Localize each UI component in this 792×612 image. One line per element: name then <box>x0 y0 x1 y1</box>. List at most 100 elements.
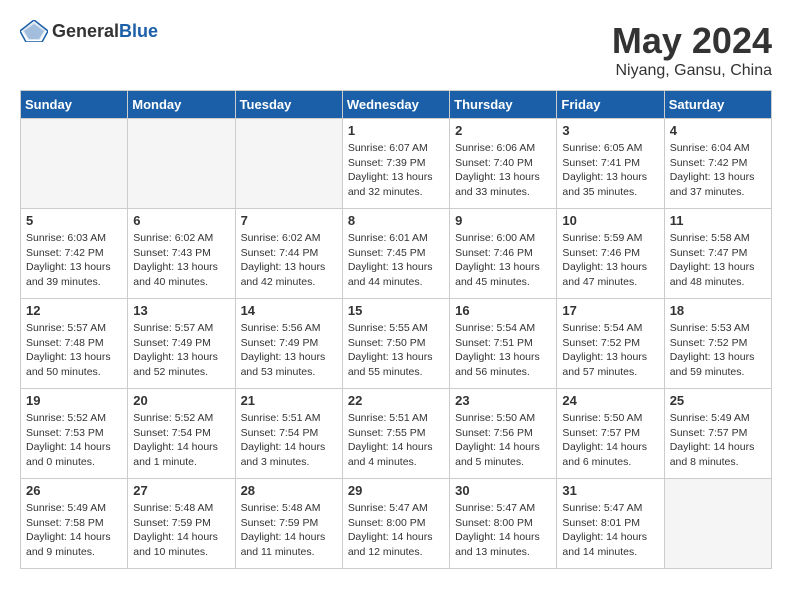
day-header-thursday: Thursday <box>450 91 557 119</box>
header: General Blue May 2024 Niyang, Gansu, Chi… <box>20 20 772 80</box>
day-info: Sunrise: 5:52 AM Sunset: 7:53 PM Dayligh… <box>26 411 122 470</box>
day-header-monday: Monday <box>128 91 235 119</box>
day-info: Sunrise: 5:53 AM Sunset: 7:52 PM Dayligh… <box>670 321 766 380</box>
day-number: 15 <box>348 303 444 318</box>
calendar-cell: 11Sunrise: 5:58 AM Sunset: 7:47 PM Dayli… <box>664 209 771 299</box>
day-number: 2 <box>455 123 551 138</box>
calendar-cell: 8 Sunrise: 6:01 AM Sunset: 7:45 PM Daylig… <box>342 209 449 299</box>
calendar-cell: 4Sunrise: 6:04 AM Sunset: 7:42 PM Daylig… <box>664 119 771 209</box>
calendar-table: SundayMondayTuesdayWednesdayThursdayFrid… <box>20 90 772 569</box>
day-info: Sunrise: 5:48 AM Sunset: 7:59 PM Dayligh… <box>241 501 337 560</box>
day-info: Sunrise: 5:50 AM Sunset: 7:56 PM Dayligh… <box>455 411 551 470</box>
calendar-cell: 7 Sunrise: 6:02 AM Sunset: 7:44 PM Daylig… <box>235 209 342 299</box>
calendar-cell <box>128 119 235 209</box>
day-number: 3 <box>562 123 658 138</box>
day-number: 8 <box>348 213 444 228</box>
calendar-cell: 29Sunrise: 5:47 AM Sunset: 8:00 PM Dayli… <box>342 479 449 569</box>
logo-text-general: General <box>52 21 119 42</box>
day-number: 10 <box>562 213 658 228</box>
week-row-1: 1Sunrise: 6:07 AM Sunset: 7:39 PM Daylig… <box>21 119 772 209</box>
calendar-cell: 26 Sunrise: 5:49 AM Sunset: 7:58 PM Dayli… <box>21 479 128 569</box>
day-number: 22 <box>348 393 444 408</box>
day-info: Sunrise: 6:01 AM Sunset: 7:45 PM Dayligh… <box>348 231 444 290</box>
day-info: Sunrise: 6:06 AM Sunset: 7:40 PM Dayligh… <box>455 141 551 200</box>
day-info: Sunrise: 5:49 AM Sunset: 7:58 PM Dayligh… <box>26 501 122 560</box>
day-number: 21 <box>241 393 337 408</box>
calendar-cell: 14 Sunrise: 5:56 AM Sunset: 7:49 PM Dayli… <box>235 299 342 389</box>
day-number: 13 <box>133 303 229 318</box>
day-info: Sunrise: 5:54 AM Sunset: 7:52 PM Dayligh… <box>562 321 658 380</box>
logo-text-blue: Blue <box>119 21 158 42</box>
week-row-2: 5 Sunrise: 6:03 AM Sunset: 7:42 PM Daylig… <box>21 209 772 299</box>
day-info: Sunrise: 5:50 AM Sunset: 7:57 PM Dayligh… <box>562 411 658 470</box>
calendar-cell: 3 Sunrise: 6:05 AM Sunset: 7:41 PM Daylig… <box>557 119 664 209</box>
calendar-cell: 2 Sunrise: 6:06 AM Sunset: 7:40 PM Daylig… <box>450 119 557 209</box>
calendar-cell: 24 Sunrise: 5:50 AM Sunset: 7:57 PM Dayli… <box>557 389 664 479</box>
day-info: Sunrise: 6:02 AM Sunset: 7:44 PM Dayligh… <box>241 231 337 290</box>
day-number: 12 <box>26 303 122 318</box>
calendar-cell: 22 Sunrise: 5:51 AM Sunset: 7:55 PM Dayli… <box>342 389 449 479</box>
day-number: 20 <box>133 393 229 408</box>
day-number: 25 <box>670 393 766 408</box>
calendar-cell: 23Sunrise: 5:50 AM Sunset: 7:56 PM Dayli… <box>450 389 557 479</box>
calendar-cell: 12 Sunrise: 5:57 AM Sunset: 7:48 PM Dayli… <box>21 299 128 389</box>
day-info: Sunrise: 5:47 AM Sunset: 8:01 PM Dayligh… <box>562 501 658 560</box>
day-info: Sunrise: 5:55 AM Sunset: 7:50 PM Dayligh… <box>348 321 444 380</box>
calendar-cell <box>664 479 771 569</box>
day-header-tuesday: Tuesday <box>235 91 342 119</box>
day-number: 7 <box>241 213 337 228</box>
day-info: Sunrise: 6:03 AM Sunset: 7:42 PM Dayligh… <box>26 231 122 290</box>
calendar-cell: 6Sunrise: 6:02 AM Sunset: 7:43 PM Daylig… <box>128 209 235 299</box>
calendar-cell: 27 Sunrise: 5:48 AM Sunset: 7:59 PM Dayli… <box>128 479 235 569</box>
day-header-wednesday: Wednesday <box>342 91 449 119</box>
day-info: Sunrise: 5:59 AM Sunset: 7:46 PM Dayligh… <box>562 231 658 290</box>
day-info: Sunrise: 5:56 AM Sunset: 7:49 PM Dayligh… <box>241 321 337 380</box>
day-number: 16 <box>455 303 551 318</box>
day-number: 5 <box>26 213 122 228</box>
calendar-cell: 1Sunrise: 6:07 AM Sunset: 7:39 PM Daylig… <box>342 119 449 209</box>
calendar-cell: 13 Sunrise: 5:57 AM Sunset: 7:49 PM Dayli… <box>128 299 235 389</box>
week-row-5: 26 Sunrise: 5:49 AM Sunset: 7:58 PM Dayli… <box>21 479 772 569</box>
day-info: Sunrise: 6:02 AM Sunset: 7:43 PM Dayligh… <box>133 231 229 290</box>
day-info: Sunrise: 6:04 AM Sunset: 7:42 PM Dayligh… <box>670 141 766 200</box>
day-number: 18 <box>670 303 766 318</box>
day-number: 27 <box>133 483 229 498</box>
calendar-cell: 16 Sunrise: 5:54 AM Sunset: 7:51 PM Dayli… <box>450 299 557 389</box>
calendar-cell: 5 Sunrise: 6:03 AM Sunset: 7:42 PM Daylig… <box>21 209 128 299</box>
calendar-cell: 19 Sunrise: 5:52 AM Sunset: 7:53 PM Dayli… <box>21 389 128 479</box>
day-info: Sunrise: 5:48 AM Sunset: 7:59 PM Dayligh… <box>133 501 229 560</box>
day-number: 28 <box>241 483 337 498</box>
month-title: May 2024 <box>612 20 772 62</box>
calendar-cell <box>21 119 128 209</box>
calendar-body: 1Sunrise: 6:07 AM Sunset: 7:39 PM Daylig… <box>21 119 772 569</box>
calendar-cell: 9Sunrise: 6:00 AM Sunset: 7:46 PM Daylig… <box>450 209 557 299</box>
location-title: Niyang, Gansu, China <box>612 62 772 80</box>
calendar-cell: 21 Sunrise: 5:51 AM Sunset: 7:54 PM Dayli… <box>235 389 342 479</box>
day-info: Sunrise: 5:57 AM Sunset: 7:48 PM Dayligh… <box>26 321 122 380</box>
day-info: Sunrise: 5:51 AM Sunset: 7:55 PM Dayligh… <box>348 411 444 470</box>
day-info: Sunrise: 6:00 AM Sunset: 7:46 PM Dayligh… <box>455 231 551 290</box>
calendar-cell: 17Sunrise: 5:54 AM Sunset: 7:52 PM Dayli… <box>557 299 664 389</box>
week-row-4: 19 Sunrise: 5:52 AM Sunset: 7:53 PM Dayli… <box>21 389 772 479</box>
day-info: Sunrise: 5:49 AM Sunset: 7:57 PM Dayligh… <box>670 411 766 470</box>
day-info: Sunrise: 5:57 AM Sunset: 7:49 PM Dayligh… <box>133 321 229 380</box>
day-number: 14 <box>241 303 337 318</box>
calendar-cell: 30Sunrise: 5:47 AM Sunset: 8:00 PM Dayli… <box>450 479 557 569</box>
day-info: Sunrise: 6:05 AM Sunset: 7:41 PM Dayligh… <box>562 141 658 200</box>
calendar-cell: 25 Sunrise: 5:49 AM Sunset: 7:57 PM Dayli… <box>664 389 771 479</box>
day-info: Sunrise: 5:51 AM Sunset: 7:54 PM Dayligh… <box>241 411 337 470</box>
day-header-friday: Friday <box>557 91 664 119</box>
days-header-row: SundayMondayTuesdayWednesdayThursdayFrid… <box>21 91 772 119</box>
calendar-cell: 28 Sunrise: 5:48 AM Sunset: 7:59 PM Dayli… <box>235 479 342 569</box>
day-header-saturday: Saturday <box>664 91 771 119</box>
day-number: 19 <box>26 393 122 408</box>
calendar-cell: 15 Sunrise: 5:55 AM Sunset: 7:50 PM Dayli… <box>342 299 449 389</box>
title-area: May 2024 Niyang, Gansu, China <box>612 20 772 80</box>
day-number: 24 <box>562 393 658 408</box>
calendar-cell: 31Sunrise: 5:47 AM Sunset: 8:01 PM Dayli… <box>557 479 664 569</box>
day-info: Sunrise: 5:54 AM Sunset: 7:51 PM Dayligh… <box>455 321 551 380</box>
day-info: Sunrise: 5:58 AM Sunset: 7:47 PM Dayligh… <box>670 231 766 290</box>
calendar-cell <box>235 119 342 209</box>
day-number: 1 <box>348 123 444 138</box>
day-number: 26 <box>26 483 122 498</box>
